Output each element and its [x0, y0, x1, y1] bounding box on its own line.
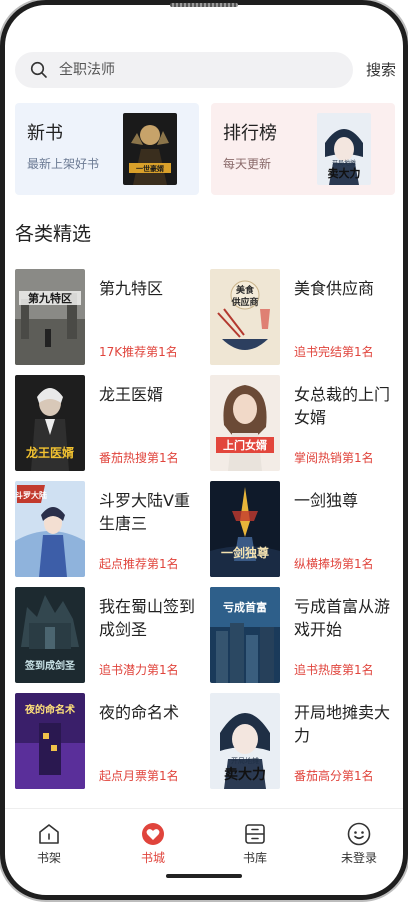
- ranking-card[interactable]: 排行榜 每天更新 开局地摊 卖大力: [211, 103, 395, 195]
- book-cover: 夜的命名术: [15, 693, 85, 789]
- book-title: 开局地摊卖大力: [294, 703, 391, 745]
- library-icon: [242, 821, 268, 847]
- svg-text:一剑独尊: 一剑独尊: [221, 545, 269, 560]
- new-books-subtitle: 最新上架好书: [27, 157, 100, 171]
- nav-label: 书库: [242, 851, 267, 865]
- book-rank-tag: 追书热度第1名: [294, 663, 374, 677]
- svg-text:斗罗大陆: 斗罗大陆: [15, 490, 47, 500]
- book-rank-tag: 起点推荐第1名: [99, 557, 179, 571]
- svg-text:签到成剑圣: 签到成剑圣: [24, 659, 76, 672]
- book-title: 龙王医婿: [99, 385, 164, 404]
- book-title: 亏成首富从游戏开始: [294, 597, 391, 639]
- book-title: 夜的命名术: [99, 703, 180, 722]
- search-icon: [30, 61, 48, 79]
- book-item[interactable]: 一剑独尊 一剑独尊 纵横捧场第1名: [210, 481, 400, 577]
- nav-item-user[interactable]: 未登录: [319, 815, 399, 865]
- book-title: 我在蜀山签到成剑圣: [99, 597, 196, 639]
- new-books-cover: 一世豪婿: [123, 113, 177, 185]
- book-item[interactable]: 亏成首富 亏成首富从游戏开始 追书热度第1名: [210, 587, 400, 683]
- book-item[interactable]: 上门女婿 女总裁的上门女婿 掌阅热销第1名: [210, 375, 400, 471]
- search-row: 全职法师 搜索: [15, 52, 400, 88]
- book-cover: 美食 供应商: [210, 269, 280, 365]
- book-title: 第九特区: [99, 279, 164, 298]
- screen: 全职法师 搜索 新书 最新上架好书 一世豪婿 排行榜 每天更新 开局地摊 卖大力…: [5, 5, 403, 895]
- svg-text:夜的命名术: 夜的命名术: [24, 703, 75, 716]
- book-item[interactable]: 签到成剑圣 我在蜀山签到成剑圣 追书潜力第1名: [15, 587, 205, 683]
- ranking-cover: 开局地摊 卖大力: [317, 113, 371, 185]
- book-rank-tag: 纵横捧场第1名: [294, 557, 374, 571]
- book-title: 美食供应商: [294, 279, 375, 298]
- new-books-card[interactable]: 新书 最新上架好书 一世豪婿: [15, 103, 199, 195]
- book-rank-tag: 起点月票第1名: [99, 769, 179, 783]
- svg-text:供应商: 供应商: [230, 296, 258, 308]
- svg-text:卖大力: 卖大力: [328, 166, 361, 180]
- bookshelf-icon: [36, 821, 62, 847]
- book-item[interactable]: 美食 供应商 美食供应商 追书完结第1名: [210, 269, 400, 365]
- book-title: 一剑独尊: [294, 491, 359, 510]
- book-cover: 开局地摊 卖大力: [210, 693, 280, 789]
- bottom-nav: 书架 书城 书库 未登录: [5, 808, 403, 867]
- svg-text:开局地摊: 开局地摊: [231, 756, 259, 765]
- book-cover: 上门女婿: [210, 375, 280, 471]
- bookstore-icon: [140, 821, 166, 847]
- user-icon: [346, 821, 372, 847]
- book-item[interactable]: 斗罗大陆 斗罗大陆V重生唐三 起点推荐第1名: [15, 481, 205, 577]
- search-box[interactable]: 全职法师: [15, 52, 353, 88]
- nav-label: 书架: [36, 851, 61, 865]
- svg-text:亏成首富: 亏成首富: [223, 600, 267, 614]
- book-cover: 亏成首富: [210, 587, 280, 683]
- nav-item-library[interactable]: 书库: [215, 815, 295, 865]
- svg-text:第九特区: 第九特区: [28, 291, 72, 305]
- book-cover: 第九特区: [15, 269, 85, 365]
- section-title: 各类精选: [15, 223, 92, 245]
- nav-item-bookstore[interactable]: 书城: [113, 815, 193, 865]
- book-cover: 一剑独尊: [210, 481, 280, 577]
- book-item[interactable]: 龙王医婿 龙王医婿 番茄热搜第1名: [15, 375, 205, 471]
- nav-item-bookshelf[interactable]: 书架: [9, 815, 89, 865]
- svg-text:开局地摊: 开局地摊: [332, 159, 356, 167]
- ranking-subtitle: 每天更新: [223, 157, 272, 171]
- book-cover: 龙王医婿: [15, 375, 85, 471]
- home-indicator[interactable]: [166, 874, 242, 878]
- book-item[interactable]: 第九特区 第九特区 17K推荐第1名: [15, 269, 205, 365]
- book-item[interactable]: 开局地摊 卖大力 开局地摊卖大力 番茄高分第1名: [210, 693, 400, 789]
- book-cover: 签到成剑圣: [15, 587, 85, 683]
- svg-text:龙王医婿: 龙王医婿: [26, 445, 74, 460]
- book-title: 斗罗大陆V重生唐三: [99, 491, 190, 533]
- book-title: 女总裁的上门女婿: [294, 385, 391, 427]
- book-rank-tag: 追书完结第1名: [294, 345, 374, 359]
- svg-text:一世豪婿: 一世豪婿: [136, 164, 165, 173]
- book-rank-tag: 17K推荐第1名: [99, 345, 178, 359]
- book-rank-tag: 掌阅热销第1名: [294, 451, 374, 465]
- book-item[interactable]: 夜的命名术 夜的命名术 起点月票第1名: [15, 693, 205, 789]
- book-cover: 斗罗大陆: [15, 481, 85, 577]
- search-button[interactable]: 搜索: [366, 52, 396, 88]
- svg-text:上门女婿: 上门女婿: [223, 438, 268, 452]
- svg-text:美食: 美食: [236, 284, 255, 296]
- book-rank-tag: 番茄热搜第1名: [99, 451, 179, 465]
- book-rank-tag: 番茄高分第1名: [294, 769, 374, 783]
- ranking-title: 排行榜: [223, 123, 277, 144]
- svg-text:卖大力: 卖大力: [224, 766, 266, 783]
- book-rank-tag: 追书潜力第1名: [99, 663, 179, 677]
- new-books-title: 新书: [27, 123, 63, 144]
- nav-label: 书城: [140, 851, 165, 865]
- search-input[interactable]: 全职法师: [59, 52, 115, 88]
- nav-label: 未登录: [340, 851, 377, 865]
- device-speaker: [170, 3, 238, 7]
